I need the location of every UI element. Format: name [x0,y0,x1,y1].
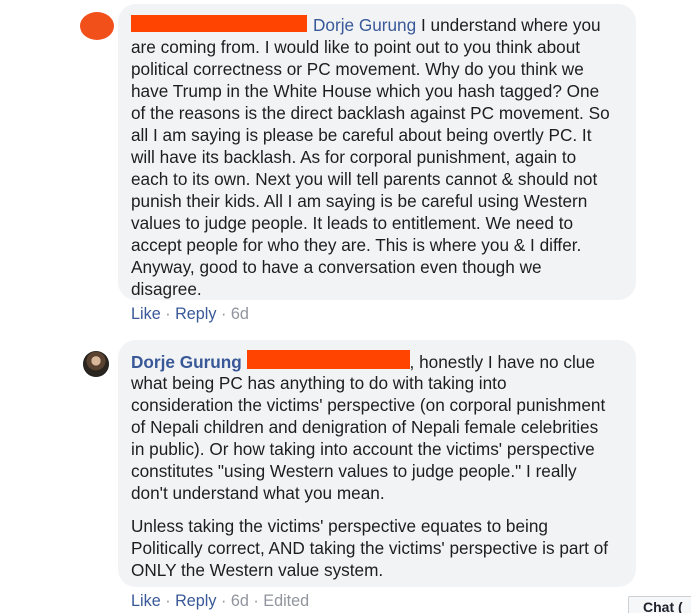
comment-2-line-1: Dorje Gurung , honestly I have no clue [131,350,624,372]
comment-1-text-line: have Trump in the White House which you … [131,81,600,101]
mentioned-user-link[interactable]: Dorje Gurung [313,15,416,35]
separator-dot: · [165,305,171,323]
edited-label[interactable]: Edited [263,592,309,610]
separator-dot: · [220,592,227,610]
redacted-mention [246,350,410,369]
comment-1-text-line: accept people for who they are. This is … [131,235,582,255]
comment-2-text-line: ONLY the Western value system. [131,560,384,580]
chat-tab[interactable]: Chat ( [628,596,691,613]
timestamp-link[interactable]: 6d [231,592,249,610]
comment-1-text-line: will have its backlash. As for corporal … [131,147,577,167]
comment-1-line-1: Dorje Gurung I understand where you [131,14,624,36]
comment-2-text-line: in public). Or how taking into account t… [131,439,595,459]
comment-1-text-line: all I am saying is please be careful abo… [131,125,592,145]
separator-dot: · [220,305,227,323]
reply-link[interactable]: Reply [175,305,216,323]
author-name-link[interactable]: Dorje Gurung [131,352,242,372]
comment-2-text-line: of Nepali children and denigration of Ne… [131,417,599,437]
comment-1-text-line: political correctness or PC movement. Wh… [131,59,584,79]
comment-1-actions: Like · Reply · 6d [131,304,249,324]
comment-2-actions: Like · Reply · 6d · Edited [131,591,309,611]
comment-1-text-line: values to judge people. It leads to enti… [131,213,574,233]
comment-1-text-line: punish their kids. All I am saying is be… [131,191,588,211]
comment-2-text-line: Politically correct, AND taking the vict… [131,538,609,558]
comment-2-text-line: consideration the victims' perspective (… [131,395,606,415]
comment-2-text-line: what being PC has anything to do with ta… [131,373,507,393]
separator-dot: · [253,592,259,610]
redacted-user-avatar[interactable] [80,12,114,40]
comment-1-text-line: I understand where you [420,15,601,35]
comment-bubble-2: Dorje Gurung , honestly I have no clue w… [118,340,636,587]
separator-dot: · [165,592,171,610]
comment-1-text-line: of the reasons is the direct backlash ag… [131,103,610,123]
comment-thread: Dorje Gurung I understand where you are … [0,0,691,613]
chat-label: Chat ( [643,599,683,613]
reply-link[interactable]: Reply [175,592,216,610]
like-link[interactable]: Like [131,305,161,323]
comment-2-text-line: constitutes "using Western values to jud… [131,461,577,481]
comment-2-text-line: don't understand what you mean. [131,483,385,503]
comment-2-text-line: Unless taking the victims' perspective e… [131,516,548,536]
like-link[interactable]: Like [131,592,161,610]
timestamp-link[interactable]: 6d [231,305,249,323]
comment-1-text-line: each to its own. Next you will tell pare… [131,169,598,189]
comment-1-text-line: are coming from. I would like to point o… [131,37,581,57]
comment-1-text-line: disagree. [131,279,202,299]
comment-1-text-line: Anyway, good to have a conversation even… [131,257,542,277]
comment-bubble-1: Dorje Gurung I understand where you are … [118,4,636,300]
redacted-author-name [131,15,307,32]
dorje-gurung-avatar[interactable] [83,351,109,377]
comment-2-text-line: , honestly I have no clue [409,352,595,372]
